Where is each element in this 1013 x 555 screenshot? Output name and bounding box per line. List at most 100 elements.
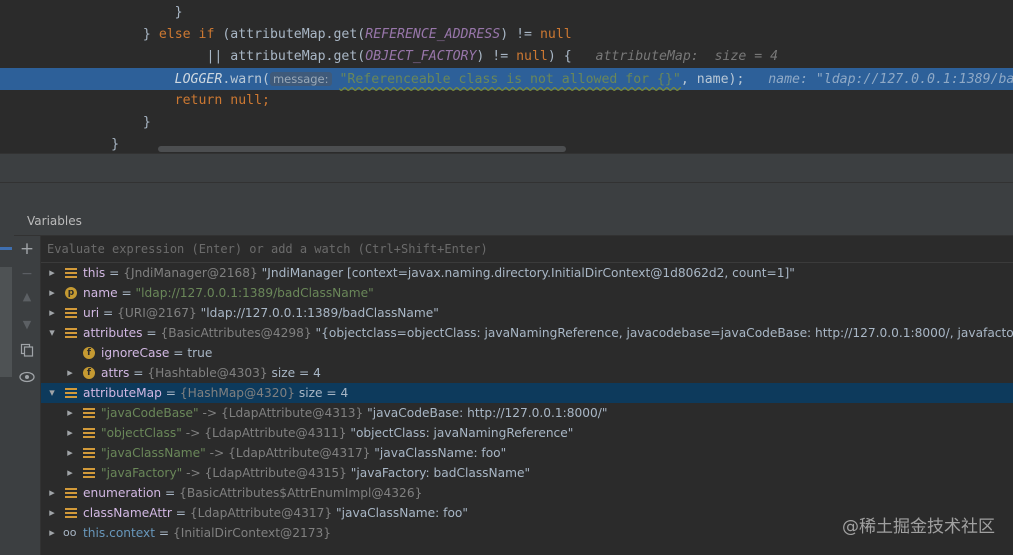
debug-toolbar-area: [0, 153, 1013, 208]
variable-text: "objectClass" -> {LdapAttribute@4311} "o…: [101, 423, 573, 443]
map-key: "javaClassName": [101, 446, 206, 460]
variable-text: attributeMap = {HashMap@4320} size = 4: [83, 383, 348, 403]
field-icon: [65, 507, 77, 519]
chevron-right-icon[interactable]: ▸: [45, 263, 59, 283]
plus-icon[interactable]: +: [19, 241, 35, 258]
object-ref: {LdapAttribute@4315}: [204, 466, 347, 480]
equals-sign: =: [99, 306, 118, 320]
object-ref: {LdapAttribute@4317}: [189, 506, 333, 520]
variable-text: this = {JndiManager@2168} "JndiManager […: [83, 263, 795, 283]
variable-row[interactable]: ▾ attributes = {BasicAttributes@4298} "{o…: [41, 323, 1013, 343]
variable-row[interactable]: ▸ "objectClass" -> {LdapAttribute@4311} "…: [41, 423, 1013, 443]
field-f-icon: f: [83, 367, 95, 379]
map-arrow: ->: [198, 406, 221, 420]
equals-sign: =: [117, 286, 136, 300]
variable-name: name: [83, 286, 118, 300]
chevron-right-icon[interactable]: ▸: [45, 283, 59, 303]
variable-text: "javaCodeBase" -> {LdapAttribute@4313} "…: [101, 403, 607, 423]
field-icon: [65, 307, 77, 319]
variable-row[interactable]: ▸ p name = "ldap://127.0.0.1:1389/badClass…: [41, 283, 1013, 303]
code-line[interactable]: }: [0, 2, 1013, 24]
code-token: .warn(: [222, 72, 270, 87]
variable-row[interactable]: ▸ uri = {URI@2167} "ldap://127.0.0.1:1389…: [41, 303, 1013, 323]
arrow-down-icon[interactable]: ▼: [19, 317, 35, 333]
code-line-current[interactable]: LOGGER.warn(message: "Referenceable clas…: [0, 68, 1013, 90]
inline-debug-value: attributeMap: size = 4: [571, 49, 779, 64]
object-ref: {HashMap@4320}: [179, 386, 295, 400]
map-arrow: ->: [181, 426, 205, 440]
editor-horizontal-scrollbar[interactable]: [158, 146, 566, 152]
object-ref: {InitialDirContext@2173}: [173, 526, 331, 540]
variable-value: "javaClassName: foo": [374, 446, 507, 460]
variable-value: true: [187, 346, 213, 360]
code-token: }: [142, 115, 151, 130]
field-icon: [65, 327, 77, 339]
arrow-up-icon[interactable]: ▲: [19, 289, 35, 305]
variable-row[interactable]: ▸ "javaFactory" -> {LdapAttribute@4315} "…: [41, 463, 1013, 483]
variable-value: "ldap://127.0.0.1:1389/badClassName": [135, 286, 374, 300]
variable-row[interactable]: ▸ "javaClassName" -> {LdapAttribute@4317}…: [41, 443, 1013, 463]
map-arrow: ->: [205, 446, 229, 460]
evaluate-expression-input[interactable]: [47, 240, 947, 258]
variable-value: "{objectclass=objectClass: javaNamingRef…: [315, 326, 1013, 340]
chevron-right-icon[interactable]: ▸: [45, 303, 59, 323]
chevron-right-icon[interactable]: ▸: [63, 423, 77, 443]
variable-value: size = 4: [271, 366, 321, 380]
code-editor[interactable]: } } else if (attributeMap.get(REFERENCE_…: [0, 0, 1013, 153]
code-line[interactable]: }: [0, 112, 1013, 134]
minus-icon[interactable]: −: [19, 266, 35, 282]
variable-row[interactable]: ▸ enumeration = {BasicAttributes$AttrEnum…: [41, 483, 1013, 503]
code-token: return null: [174, 93, 263, 108]
variable-text: classNameAttr = {LdapAttribute@4317} "ja…: [83, 503, 468, 523]
field-icon: [83, 407, 95, 419]
variable-name: uri: [83, 306, 100, 320]
copy-icon[interactable]: [19, 343, 35, 359]
code-token: null: [516, 49, 548, 64]
chevron-right-icon[interactable]: ▸: [45, 483, 59, 503]
object-ref: {BasicAttributes$AttrEnumImpl@4326}: [179, 486, 423, 500]
variable-row[interactable]: ▸ "javaCodeBase" -> {LdapAttribute@4313} …: [41, 403, 1013, 423]
watermark: @稀土掘金技术社区: [842, 517, 995, 537]
watch-glasses-icon: oo: [63, 526, 77, 539]
chevron-down-icon[interactable]: ▾: [45, 383, 59, 403]
variable-text: "javaClassName" -> {LdapAttribute@4317} …: [101, 443, 506, 463]
variable-text: name = "ldap://127.0.0.1:1389/badClassNa…: [83, 283, 374, 303]
equals-sign: =: [161, 386, 180, 400]
chevron-right-icon[interactable]: ▸: [63, 363, 77, 383]
variable-name: this: [83, 266, 106, 280]
variable-text: attributes = {BasicAttributes@4298} "{ob…: [83, 323, 1013, 343]
variable-name: ignoreCase: [101, 346, 170, 360]
chevron-right-icon[interactable]: ▸: [63, 403, 77, 423]
chevron-down-icon[interactable]: ▾: [45, 323, 59, 343]
object-ref: {BasicAttributes@4298}: [160, 326, 312, 340]
code-token: (attributeMap.get(: [214, 27, 366, 42]
variable-value: "JndiManager [context=javax.naming.direc…: [261, 266, 795, 280]
field-icon: [65, 387, 77, 399]
code-token: }: [111, 137, 120, 152]
chevron-right-icon[interactable]: ▸: [45, 503, 59, 523]
chevron-right-icon[interactable]: ▸: [63, 443, 77, 463]
code-token: ) {: [547, 49, 572, 64]
chevron-right-icon[interactable]: ▸: [45, 523, 59, 543]
variable-value: "javaClassName: foo": [336, 506, 468, 520]
variable-row[interactable]: ▸ this = {JndiManager@2168} "JndiManager …: [41, 263, 1013, 283]
variable-row[interactable]: ▸ f attrs = {Hashtable@4303} size = 4: [41, 363, 1013, 383]
code-line[interactable]: || attributeMap.get(OBJECT_FACTORY) != n…: [0, 46, 1013, 68]
parameter-icon: p: [65, 287, 77, 299]
code-line[interactable]: } else if (attributeMap.get(REFERENCE_AD…: [0, 24, 1013, 46]
code-line[interactable]: return null;: [0, 90, 1013, 112]
chevron-right-icon[interactable]: ▸: [63, 463, 77, 483]
parameter-hint: message:: [269, 72, 332, 86]
object-ref: {JndiManager@2168}: [123, 266, 258, 280]
watch-icon[interactable]: [19, 371, 35, 387]
variable-row[interactable]: f ignoreCase = true: [41, 343, 1013, 363]
variable-value: "javaFactory: badClassName": [350, 466, 531, 480]
variable-row[interactable]: ▾ attributeMap = {HashMap@4320} size = 4: [41, 383, 1013, 403]
field-f-icon: f: [83, 347, 95, 359]
equals-sign: =: [105, 266, 124, 280]
variables-toolbar: + − ▲ ▼: [14, 236, 41, 555]
